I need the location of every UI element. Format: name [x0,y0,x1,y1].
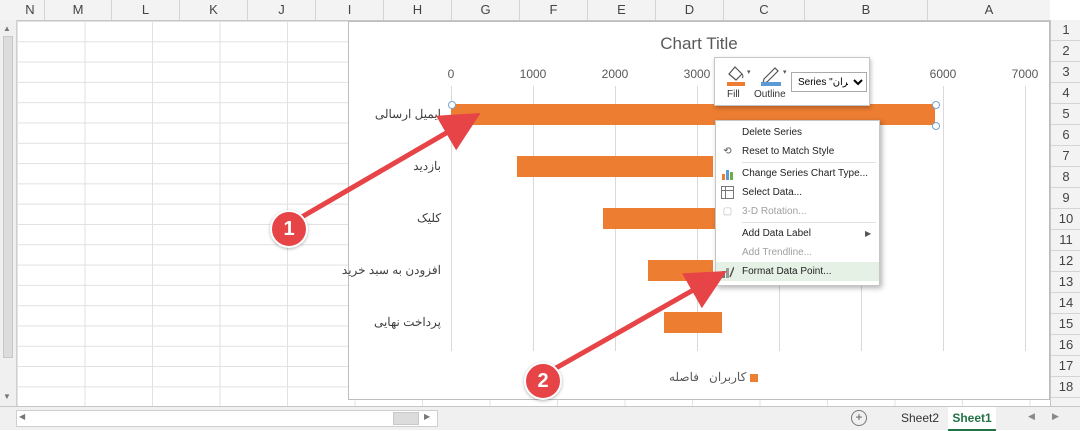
annotation-arrow-1 [298,112,481,221]
horizontal-scroll-thumb[interactable] [393,412,419,425]
scroll-right-icon[interactable]: ▶ [424,412,430,421]
new-sheet-icon[interactable]: + [851,410,867,426]
horizontal-scrollbar[interactable]: ◀ ▶ [16,410,438,427]
sheet-tab-bar: ◀ ▶ + Sheet2 Sheet1 ◀ ▶ [0,406,1080,431]
tab-scroll-right-icon[interactable]: ▶ [1052,411,1059,422]
tab-sheet1[interactable]: Sheet1 [948,407,996,431]
scroll-left-icon[interactable]: ◀ [19,412,25,421]
tab-scroll-left-icon[interactable]: ◀ [1028,411,1035,422]
annotation-arrow-2 [554,271,727,371]
annotation-badge-2: 2 [524,362,562,400]
annotation-badge-1: 1 [270,210,308,248]
tab-sheet2[interactable]: Sheet2 [896,407,944,429]
